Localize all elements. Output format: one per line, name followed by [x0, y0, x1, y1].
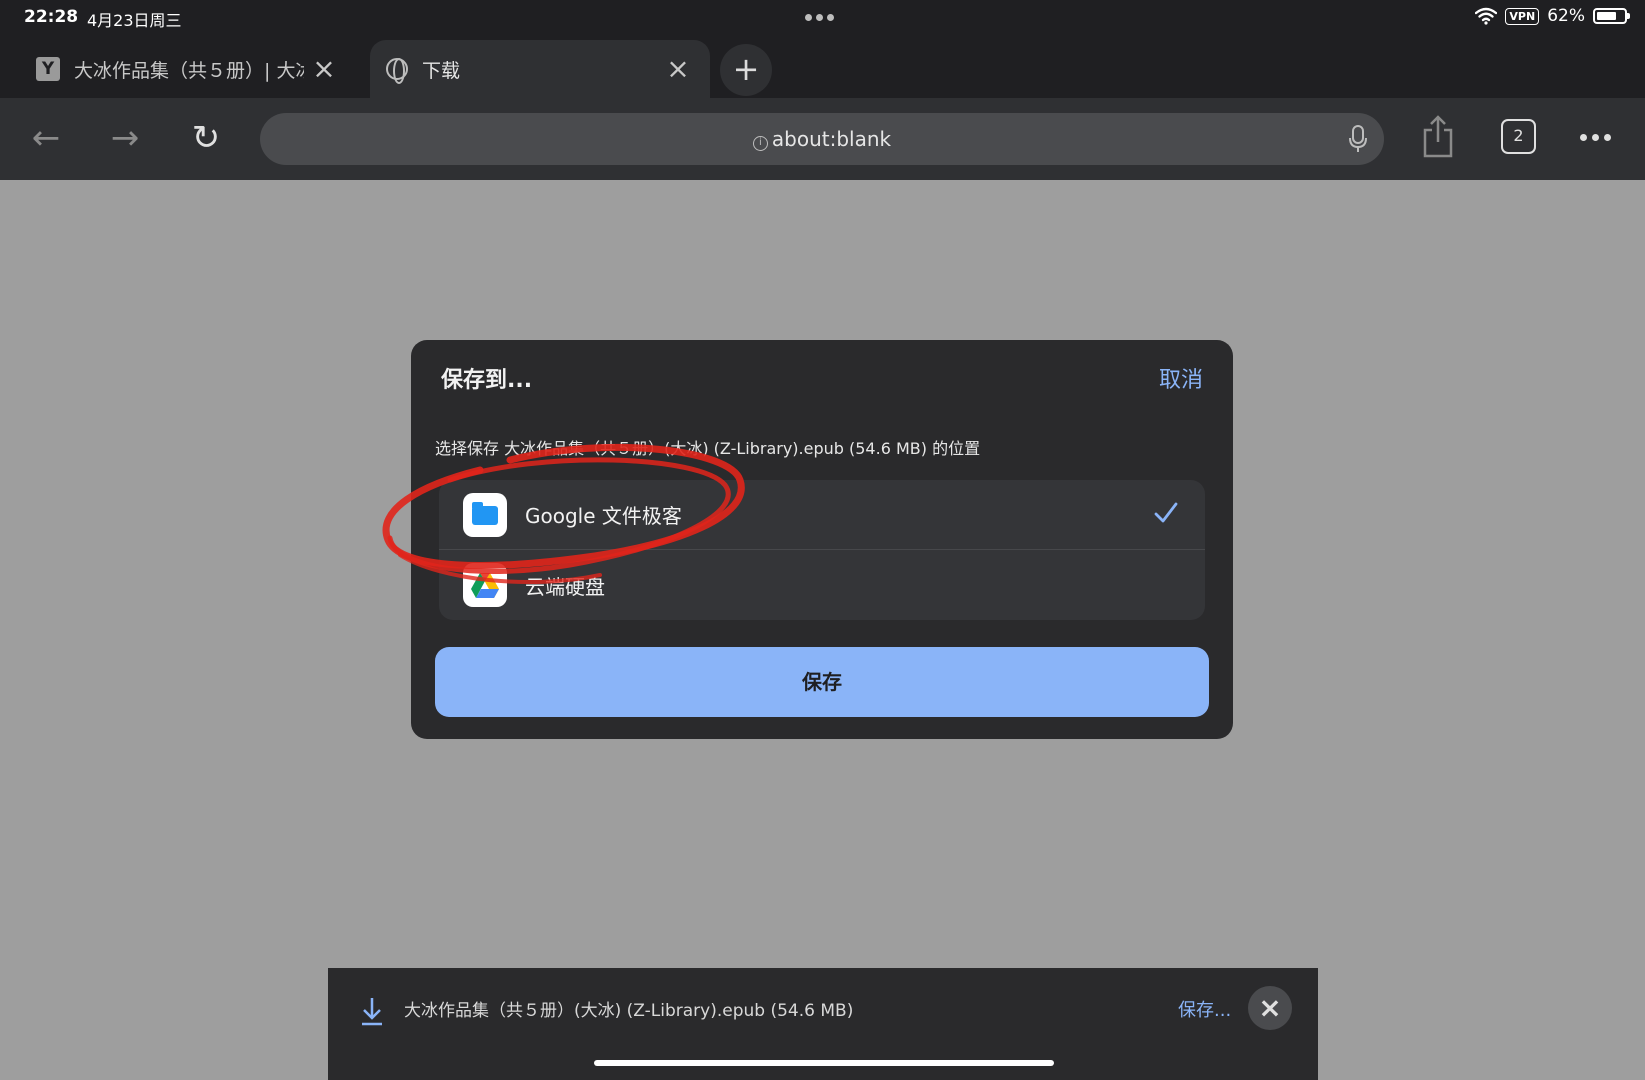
option-label: 云端硬盘: [525, 574, 605, 599]
option-label: Google 文件极客: [525, 504, 682, 528]
files-folder-icon: [463, 492, 507, 537]
tab-close-icon[interactable]: ×: [310, 55, 338, 83]
globe-icon: [386, 58, 408, 84]
back-arrow-icon[interactable]: ←: [24, 116, 68, 160]
cancel-button[interactable]: 取消: [1159, 362, 1203, 394]
download-save-button[interactable]: 保存...: [1178, 996, 1231, 1022]
tab-title: 大冰作品集（共５册）| 大冰: [74, 59, 304, 82]
more-menu-icon[interactable]: [1580, 134, 1611, 141]
status-time: 22:28: [24, 7, 79, 27]
google-drive-icon: [463, 563, 507, 607]
home-indicator[interactable]: [594, 1060, 1054, 1066]
microphone-icon[interactable]: [1348, 125, 1368, 153]
dialog-description: 选择保存 大冰作品集（共５册）(大冰) (Z-Library).epub (54…: [435, 439, 981, 458]
dialog-title: 保存到...: [441, 368, 533, 393]
share-icon[interactable]: [1420, 114, 1456, 158]
multitasking-dots-icon[interactable]: [805, 14, 834, 21]
option-google-drive[interactable]: 云端硬盘: [439, 550, 1205, 620]
vpn-badge: VPN: [1505, 7, 1540, 25]
address-bar[interactable]: i about:blank: [260, 113, 1384, 165]
tab-count-button[interactable]: 2: [1501, 119, 1536, 154]
reload-icon[interactable]: ↻: [184, 116, 228, 160]
status-bar: 22:28 4月23日周三 VPN 62%: [0, 0, 1645, 36]
close-icon[interactable]: ×: [1248, 986, 1292, 1030]
wifi-icon: [1475, 7, 1498, 25]
tab-title: 下载: [422, 59, 461, 82]
url-text: about:blank: [771, 127, 892, 151]
info-icon: i: [752, 136, 768, 151]
save-button[interactable]: 保存: [435, 647, 1209, 717]
browser-toolbar: ← → ↻ i about:blank 2: [0, 98, 1645, 180]
tab-favicon-icon: Y: [36, 57, 60, 81]
tab-strip: Y 大冰作品集（共５册）| 大冰 × 下载 × +: [0, 36, 1645, 98]
save-location-list: Google 文件极客 云端硬盘: [439, 480, 1205, 620]
status-indicators: VPN 62%: [1475, 6, 1630, 26]
battery-percent: 62%: [1547, 6, 1585, 26]
download-icon: [362, 998, 382, 1026]
download-file-name: 大冰作品集（共５册）(大冰) (Z-Library).epub (54.6 MB…: [404, 1001, 854, 1021]
forward-arrow-icon[interactable]: →: [103, 116, 147, 160]
tab-zlibrary[interactable]: Y 大冰作品集（共５册）| 大冰 ×: [16, 40, 356, 98]
save-to-dialog: 保存到... 取消 选择保存 大冰作品集（共５册）(大冰) (Z-Library…: [411, 340, 1233, 739]
checkmark-icon: [1154, 502, 1178, 523]
download-bar: 大冰作品集（共５册）(大冰) (Z-Library).epub (54.6 MB…: [328, 968, 1318, 1080]
option-google-files[interactable]: Google 文件极客: [439, 480, 1205, 550]
new-tab-button[interactable]: +: [720, 44, 772, 96]
tab-download[interactable]: 下载 ×: [370, 40, 710, 98]
battery-icon: [1593, 8, 1630, 24]
tab-close-icon[interactable]: ×: [664, 55, 692, 83]
status-date: 4月23日周三: [87, 11, 182, 30]
